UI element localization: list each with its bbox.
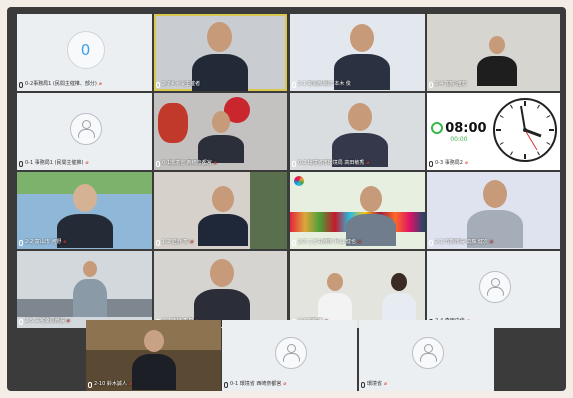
participant-name: 2-7キャ令主催者 xyxy=(162,81,201,87)
mic-muted-icon: ⌀ xyxy=(489,239,493,245)
participant-tile[interactable]: 2-10 鈴木誠人 ⌀ xyxy=(86,320,221,391)
avatar-icon xyxy=(69,112,102,145)
mic-icon xyxy=(19,81,23,88)
mic-muted-icon: ⌀ xyxy=(366,160,370,166)
mic-icon xyxy=(292,160,296,167)
mic-muted-icon: ⌀ xyxy=(213,160,217,166)
participant-tile[interactable]: 0-1 事務局1 (民間主催推) ⌀ xyxy=(17,93,152,170)
participant-name: 0-1 環境省 西崎奈都宮 xyxy=(230,381,282,387)
analog-clock-icon xyxy=(492,98,557,162)
mic-icon xyxy=(361,381,365,388)
participant-tile[interactable]: 0 0-2事務局1 (民間主催推、部分) ⌀ xyxy=(17,14,152,91)
mic-icon xyxy=(19,239,23,246)
participant-tile[interactable]: 0-1 環境省 西崎奈都宮 ⌀ xyxy=(222,320,357,391)
timer-icon xyxy=(431,122,444,134)
participant-tile[interactable]: 2-1 竹熊市長 齋藤 健次 ⌀ xyxy=(427,172,560,249)
mic-muted-icon: ⌀ xyxy=(98,81,102,87)
participant-name: 2-3 こども港市 片山 健也 xyxy=(298,239,356,245)
sdgs-wheel-icon xyxy=(294,176,304,186)
participant-tile[interactable]: 1-2 岩野 秀 ⌀ xyxy=(154,172,287,249)
participant-video xyxy=(346,186,396,246)
participant-name: 0-2事務局1 (民間主催推、部分) xyxy=(25,81,97,87)
avatar-icon xyxy=(411,336,444,369)
participant-tile[interactable]: 2-5 三宅幸原県長 ⌀ xyxy=(17,251,152,328)
participant-tile[interactable]: 環境省 ⌀ xyxy=(359,320,494,391)
participant-name: 2-4 加賀 雅宏 xyxy=(435,81,467,87)
participant-name: 0-1環境省 西崎奈都宮 xyxy=(162,160,212,166)
participant-name: 0-2 環境省市環境局 高田敏秀 xyxy=(298,160,365,166)
participant-tile[interactable]: 0-1環境省 西崎奈都宮 ⌀ xyxy=(154,93,287,170)
participant-name: 0-1 事務局1 (民間主催推) xyxy=(25,160,84,166)
participant-name: 2-1 新潟県消防 本木 俊 xyxy=(298,81,351,87)
participant-name: 1-2 岩野 秀 xyxy=(162,239,189,245)
participant-tile[interactable]: 2-4 森田由佳⌀ xyxy=(427,251,560,328)
participant-name: 2-5 三宅幸原県長 xyxy=(25,318,65,324)
participant-name: 環境省 xyxy=(367,381,383,387)
mic-icon xyxy=(156,160,160,167)
digital-time: 08:00 xyxy=(445,120,487,136)
participant-tile-clock[interactable]: 08:00 00:00 0-3 事務局2 ⌀ xyxy=(427,93,560,170)
mic-muted-icon: ⌀ xyxy=(190,239,194,245)
mic-icon xyxy=(19,160,23,167)
mic-muted-icon: ⌀ xyxy=(384,381,388,387)
mic-muted-icon: ⌀ xyxy=(63,239,67,245)
participant-video xyxy=(332,103,388,167)
participant-video xyxy=(382,273,416,323)
mic-icon xyxy=(429,239,433,246)
flowers-decoration xyxy=(158,103,188,143)
mic-muted-icon: ⌀ xyxy=(283,381,287,387)
participant-tile[interactable]: 2-4 加賀 雅宏 xyxy=(427,14,560,91)
mic-muted-icon: ⌀ xyxy=(66,318,70,324)
avatar-icon xyxy=(274,336,307,369)
participant-video xyxy=(198,186,248,246)
participant-tile[interactable]: 2-2 富山市 河野 ⌀ xyxy=(17,172,152,249)
participant-tile[interactable]: 2-1 新潟県消防 本木 俊 xyxy=(290,14,425,91)
participant-video xyxy=(477,36,517,86)
mic-icon xyxy=(156,239,160,246)
mic-icon xyxy=(156,81,160,88)
participant-tile[interactable]: 2-2 吉峰 秀樹⌀ xyxy=(154,251,287,328)
participant-video xyxy=(198,111,244,163)
mic-icon xyxy=(19,318,23,325)
participant-name: 0-3 事務局2 xyxy=(435,160,463,166)
participant-count: 0 xyxy=(66,30,105,69)
participant-video xyxy=(318,273,352,323)
mic-icon xyxy=(292,81,296,88)
participant-video xyxy=(73,261,107,317)
participant-tile-active[interactable]: 2-7キャ令主催者 xyxy=(154,14,287,91)
mic-muted-icon: ⌀ xyxy=(464,160,468,166)
mic-muted-icon: ⌀ xyxy=(357,239,361,245)
participant-name: 2-1 竹熊市長 齋藤 健次 xyxy=(435,239,488,245)
participant-name: 2-10 鈴木誠人 xyxy=(94,381,127,387)
digital-subtime: 00:00 xyxy=(450,135,468,143)
participant-tile[interactable]: 2-4 加賀市⌀ xyxy=(290,251,425,328)
avatar-icon xyxy=(478,270,511,303)
mic-muted-icon: ⌀ xyxy=(128,381,132,387)
participant-tile[interactable]: 0-2 環境省市環境局 高田敏秀 ⌀ xyxy=(290,93,425,170)
mic-icon xyxy=(292,239,296,246)
mic-icon xyxy=(224,381,228,388)
mic-muted-icon: ⌀ xyxy=(85,160,89,166)
mic-icon xyxy=(88,381,92,388)
participant-name: 2-2 富山市 河野 xyxy=(25,239,62,245)
mic-icon xyxy=(429,81,433,88)
mic-icon xyxy=(429,160,433,167)
video-conference-grid: 0 0-2事務局1 (民間主催推、部分) ⌀ 2-7キャ令主催者 2-1 新潟県消… xyxy=(7,7,566,391)
participant-tile[interactable]: 2-3 こども港市 片山 健也 ⌀ xyxy=(290,172,425,249)
